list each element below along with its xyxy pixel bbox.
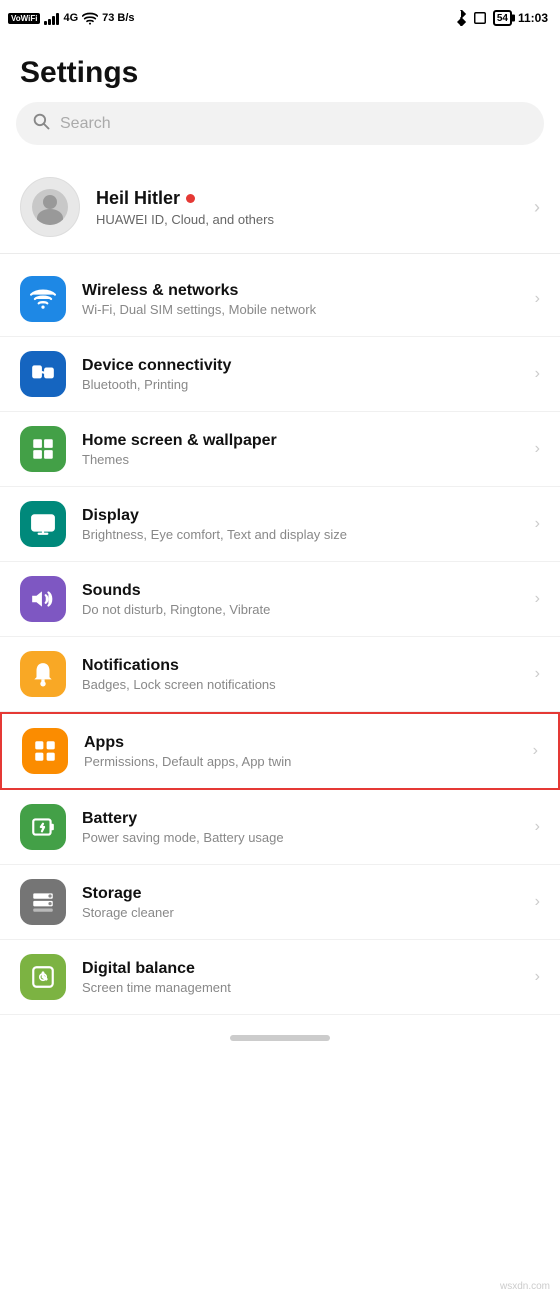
digital-balance-title: Digital balance: [82, 960, 519, 978]
notifications-chevron: ›: [535, 665, 540, 683]
device-icon-wrap: [20, 351, 66, 397]
display-title: Display: [82, 507, 519, 525]
settings-item-digital-balance[interactable]: Digital balance Screen time management ›: [0, 940, 560, 1015]
settings-item-display[interactable]: Display Brightness, Eye comfort, Text an…: [0, 487, 560, 562]
rotate-icon: [473, 11, 487, 25]
chevron-right-icon: ›: [534, 197, 540, 218]
time-display: 11:03: [518, 11, 548, 25]
notifications-icon: [30, 661, 56, 687]
notifications-sub: Badges, Lock screen notifications: [82, 677, 519, 692]
battery-sub: Power saving mode, Battery usage: [82, 830, 519, 845]
search-placeholder: Search: [60, 115, 111, 133]
device-chevron: ›: [535, 365, 540, 383]
wireless-title: Wireless & networks: [82, 282, 519, 300]
profile-name-row: Heil Hitler: [96, 188, 518, 209]
notifications-text: Notifications Badges, Lock screen notifi…: [82, 657, 519, 692]
apps-icon-wrap: [22, 728, 68, 774]
page-title: Settings: [0, 36, 560, 102]
wireless-text: Wireless & networks Wi-Fi, Dual SIM sett…: [82, 282, 519, 317]
display-icon: [30, 511, 56, 537]
settings-item-device-connectivity[interactable]: Device connectivity Bluetooth, Printing …: [0, 337, 560, 412]
settings-item-storage[interactable]: Storage Storage cleaner ›: [0, 865, 560, 940]
network-type: 4G: [63, 12, 78, 24]
digital-balance-sub: Screen time management: [82, 980, 519, 995]
storage-title: Storage: [82, 885, 519, 903]
storage-text: Storage Storage cleaner: [82, 885, 519, 920]
display-icon-wrap: [20, 501, 66, 547]
apps-sub: Permissions, Default apps, App twin: [84, 754, 517, 769]
notifications-icon-wrap: [20, 651, 66, 697]
battery-chevron: ›: [535, 818, 540, 836]
home-chevron: ›: [535, 440, 540, 458]
apps-chevron: ›: [533, 742, 538, 760]
apps-icon: [32, 738, 58, 764]
search-bar[interactable]: Search: [16, 102, 544, 145]
sounds-icon-wrap: [20, 576, 66, 622]
settings-item-sounds[interactable]: Sounds Do not disturb, Ringtone, Vibrate…: [0, 562, 560, 637]
bluetooth-icon: [455, 10, 467, 26]
home-screen-icon: [30, 436, 56, 462]
home-bar: [0, 1023, 560, 1061]
wireless-sub: Wi-Fi, Dual SIM settings, Mobile network: [82, 302, 519, 317]
battery-icon-wrap: [20, 804, 66, 850]
sounds-icon: [30, 586, 56, 612]
device-text: Device connectivity Bluetooth, Printing: [82, 357, 519, 392]
wireless-chevron: ›: [535, 290, 540, 308]
sounds-title: Sounds: [82, 582, 519, 600]
storage-icon: [30, 889, 56, 915]
battery-settings-icon: [30, 814, 56, 840]
storage-icon-wrap: [20, 879, 66, 925]
wireless-icon-wrap: [20, 276, 66, 322]
profile-name: Heil Hitler: [96, 188, 180, 209]
home-text: Home screen & wallpaper Themes: [82, 432, 519, 467]
profile-subtitle: HUAWEI ID, Cloud, and others: [96, 212, 518, 227]
apps-title: Apps: [84, 734, 517, 752]
settings-item-battery[interactable]: Battery Power saving mode, Battery usage…: [0, 790, 560, 865]
battery-title: Battery: [82, 810, 519, 828]
home-sub: Themes: [82, 452, 519, 467]
home-icon-wrap: [20, 426, 66, 472]
avatar: [20, 177, 80, 237]
profile-row[interactable]: Heil Hitler HUAWEI ID, Cloud, and others…: [0, 161, 560, 254]
home-pill[interactable]: [230, 1035, 330, 1041]
vowifi-indicator: VoWiFi: [8, 13, 40, 24]
battery-text: Battery Power saving mode, Battery usage: [82, 810, 519, 845]
settings-item-wireless[interactable]: Wireless & networks Wi-Fi, Dual SIM sett…: [0, 262, 560, 337]
storage-sub: Storage cleaner: [82, 905, 519, 920]
sounds-chevron: ›: [535, 590, 540, 608]
settings-item-apps[interactable]: Apps Permissions, Default apps, App twin…: [0, 712, 560, 790]
profile-info: Heil Hitler HUAWEI ID, Cloud, and others: [96, 188, 518, 227]
wifi-settings-icon: [30, 286, 56, 312]
status-bar: VoWiFi 4G 73 B/s 54 11:03: [0, 0, 560, 36]
status-right: 54 11:03: [455, 10, 548, 26]
digital-balance-icon: [30, 964, 56, 990]
device-title: Device connectivity: [82, 357, 519, 375]
sounds-sub: Do not disturb, Ringtone, Vibrate: [82, 602, 519, 617]
digital-balance-chevron: ›: [535, 968, 540, 986]
home-title: Home screen & wallpaper: [82, 432, 519, 450]
status-left: VoWiFi 4G 73 B/s: [8, 11, 135, 25]
avatar-icon: [32, 189, 68, 225]
network-speed: 73 B/s: [102, 12, 134, 24]
display-chevron: ›: [535, 515, 540, 533]
storage-chevron: ›: [535, 893, 540, 911]
notifications-title: Notifications: [82, 657, 519, 675]
apps-text: Apps Permissions, Default apps, App twin: [84, 734, 517, 769]
display-sub: Brightness, Eye comfort, Text and displa…: [82, 527, 519, 542]
wifi-icon: [82, 11, 98, 25]
signal-bars: [44, 11, 59, 25]
settings-item-home-screen[interactable]: Home screen & wallpaper Themes ›: [0, 412, 560, 487]
settings-item-notifications[interactable]: Notifications Badges, Lock screen notifi…: [0, 637, 560, 712]
battery-indicator: 54: [493, 10, 512, 26]
settings-list: Wireless & networks Wi-Fi, Dual SIM sett…: [0, 262, 560, 1015]
online-dot: [186, 194, 195, 203]
digital-balance-text: Digital balance Screen time management: [82, 960, 519, 995]
device-connectivity-icon: [30, 361, 56, 387]
digital-balance-icon-wrap: [20, 954, 66, 1000]
search-icon: [32, 112, 50, 135]
display-text: Display Brightness, Eye comfort, Text an…: [82, 507, 519, 542]
watermark: wsxdn.com: [500, 1281, 550, 1292]
sounds-text: Sounds Do not disturb, Ringtone, Vibrate: [82, 582, 519, 617]
device-sub: Bluetooth, Printing: [82, 377, 519, 392]
